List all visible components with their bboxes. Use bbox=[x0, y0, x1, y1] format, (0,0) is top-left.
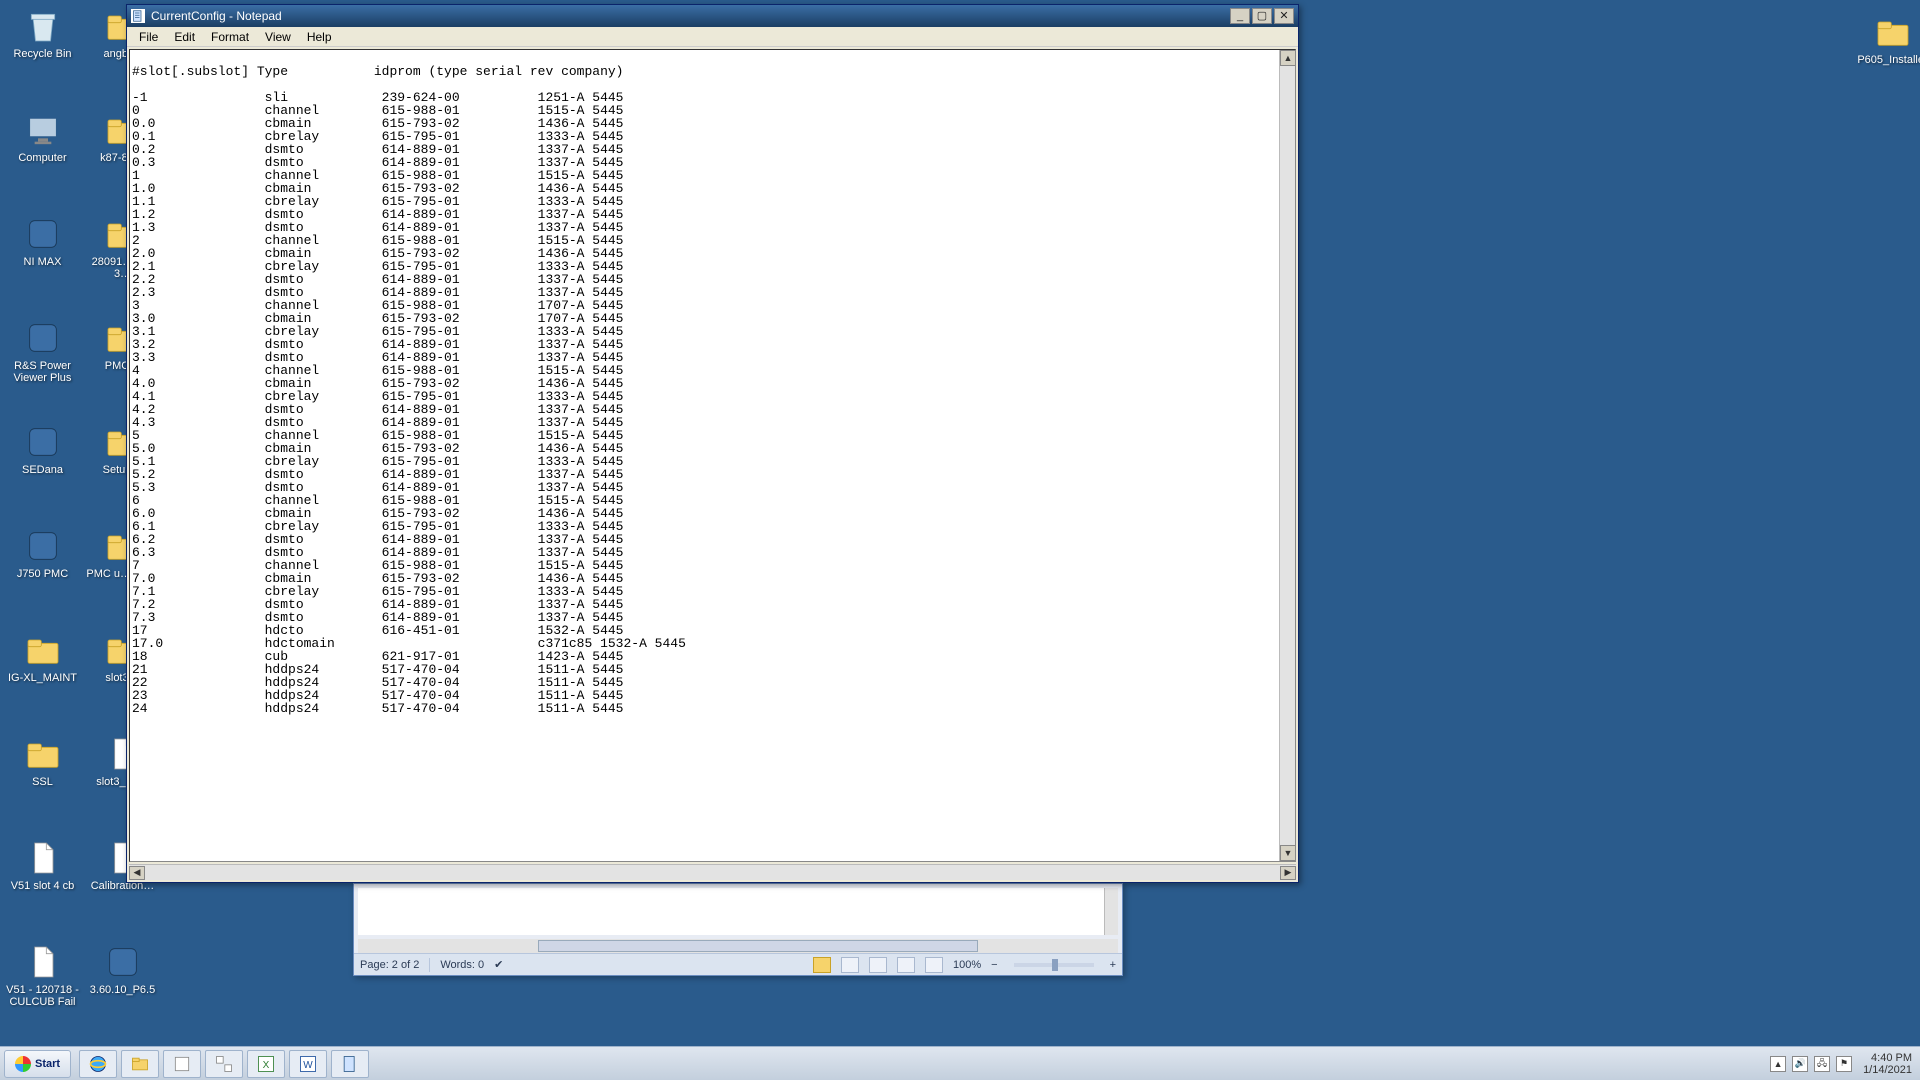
minimize-button[interactable]: _ bbox=[1230, 8, 1250, 24]
app-icon bbox=[23, 214, 63, 254]
taskbar-quick-launch: X W bbox=[77, 1047, 371, 1080]
notepad-app-icon bbox=[131, 9, 145, 23]
notepad-titlebar[interactable]: CurrentConfig - Notepad _ ▢ ✕ bbox=[127, 5, 1298, 27]
desktop-icon-label: SSL bbox=[32, 776, 53, 788]
word-hscroll-thumb[interactable] bbox=[538, 940, 978, 952]
menu-edit[interactable]: Edit bbox=[166, 28, 203, 46]
word-zoom-in-button[interactable]: + bbox=[1110, 959, 1116, 971]
desktop-icon-label: SEDana bbox=[22, 464, 63, 476]
scroll-up-button[interactable]: ▲ bbox=[1280, 50, 1296, 66]
folder-icon bbox=[23, 734, 63, 774]
windows-orb-icon bbox=[15, 1056, 31, 1072]
desktop-icon[interactable]: J750 PMC bbox=[5, 526, 80, 580]
desktop-icon-label: 3.60.10_P6.5 bbox=[90, 984, 155, 996]
tray-time: 4:40 PM bbox=[1863, 1052, 1912, 1064]
word-document-area[interactable] bbox=[358, 888, 1118, 935]
file-icon bbox=[23, 838, 63, 878]
tray-date: 1/14/2021 bbox=[1863, 1064, 1912, 1076]
word-proofing-icon[interactable]: ✔ bbox=[494, 958, 503, 971]
notepad-window[interactable]: CurrentConfig - Notepad _ ▢ ✕ FileEditFo… bbox=[126, 4, 1299, 883]
taskbar-ie-icon[interactable] bbox=[79, 1050, 117, 1078]
app-icon bbox=[23, 422, 63, 462]
menu-help[interactable]: Help bbox=[299, 28, 340, 46]
tray-network-icon[interactable]: 🖧 bbox=[1814, 1056, 1830, 1072]
start-button[interactable]: Start bbox=[4, 1050, 71, 1078]
taskbar-app1-icon[interactable] bbox=[163, 1050, 201, 1078]
word-horizontal-scrollbar[interactable] bbox=[358, 939, 1118, 953]
svg-text:W: W bbox=[303, 1060, 313, 1071]
desktop-icon-label: V51 slot 4 cb bbox=[11, 880, 75, 892]
maximize-button[interactable]: ▢ bbox=[1252, 8, 1272, 24]
desktop-icon[interactable]: Computer bbox=[5, 110, 80, 164]
desktop-icon-label: Recycle Bin bbox=[13, 48, 71, 60]
word-zoom-slider[interactable] bbox=[1014, 963, 1094, 967]
folder-icon bbox=[1873, 12, 1913, 52]
desktop-icon-label: R&S Power Viewer Plus bbox=[5, 360, 80, 384]
desktop-icon-label: J750 PMC bbox=[17, 568, 68, 580]
desktop-icon[interactable]: 3.60.10_P6.5 bbox=[85, 942, 160, 996]
word-status-bar: Page: 2 of 2 Words: 0 ✔ 100% − + bbox=[354, 953, 1122, 975]
desktop-icon[interactable]: V51 - 120718 - CULCUB Fail bbox=[5, 942, 80, 1008]
desktop-icon[interactable]: SEDana bbox=[5, 422, 80, 476]
close-button[interactable]: ✕ bbox=[1274, 8, 1294, 24]
word-view-outline[interactable] bbox=[897, 957, 915, 973]
notepad-menubar: FileEditFormatViewHelp bbox=[127, 27, 1298, 47]
notepad-text-area[interactable]: #slot[.subslot] Type idprom (type serial… bbox=[130, 63, 1279, 848]
desktop-icon[interactable]: R&S Power Viewer Plus bbox=[5, 318, 80, 384]
taskbar-explorer-icon[interactable] bbox=[121, 1050, 159, 1078]
desktop-icon-label: NI MAX bbox=[24, 256, 62, 268]
taskbar-app2-icon[interactable] bbox=[205, 1050, 243, 1078]
desktop-icon-label: Computer bbox=[18, 152, 66, 164]
tray-security-icon[interactable]: ⚑ bbox=[1836, 1056, 1852, 1072]
desktop-icon[interactable]: Recycle Bin bbox=[5, 6, 80, 60]
desktop-icon[interactable]: IG-XL_MAINT bbox=[5, 630, 80, 684]
desktop-icon-label: P605_Installer bbox=[1857, 54, 1920, 66]
word-zoom-knob[interactable] bbox=[1052, 959, 1058, 971]
word-view-print-layout[interactable] bbox=[813, 957, 831, 973]
tray-clock[interactable]: 4:40 PM 1/14/2021 bbox=[1863, 1052, 1912, 1076]
desktop[interactable]: Recycle Bin Computer NI MAX R&S Power Viewe… bbox=[0, 0, 1920, 1080]
word-word-count[interactable]: Words: 0 bbox=[440, 959, 484, 971]
taskbar-word-icon[interactable]: W bbox=[289, 1050, 327, 1078]
notepad-horizontal-scrollbar[interactable]: ◀ ▶ bbox=[129, 864, 1296, 880]
word-view-web-layout[interactable] bbox=[869, 957, 887, 973]
file-icon bbox=[23, 942, 63, 982]
app-icon bbox=[23, 318, 63, 358]
folder-icon bbox=[23, 630, 63, 670]
start-label: Start bbox=[35, 1058, 60, 1070]
desktop-icon[interactable]: V51 slot 4 cb bbox=[5, 838, 80, 892]
word-zoom-value[interactable]: 100% bbox=[953, 959, 981, 971]
menu-file[interactable]: File bbox=[131, 28, 166, 46]
menu-view[interactable]: View bbox=[257, 28, 299, 46]
scroll-right-button[interactable]: ▶ bbox=[1280, 866, 1296, 880]
desktop-icon[interactable]: P605_Installer bbox=[1855, 12, 1920, 66]
word-zoom-out-button[interactable]: − bbox=[991, 959, 997, 971]
word-view-draft[interactable] bbox=[925, 957, 943, 973]
desktop-icon[interactable]: NI MAX bbox=[5, 214, 80, 268]
scroll-down-button[interactable]: ▼ bbox=[1280, 845, 1296, 861]
menu-format[interactable]: Format bbox=[203, 28, 257, 46]
word-page-indicator[interactable]: Page: 2 of 2 bbox=[360, 959, 419, 971]
notepad-vertical-scrollbar[interactable]: ▲ ▼ bbox=[1279, 50, 1295, 861]
system-tray: ▲ 🔊 🖧 ⚑ 4:40 PM 1/14/2021 bbox=[1759, 1047, 1920, 1080]
taskbar: Start X W ▲ 🔊 🖧 ⚑ 4:40 PM 1/14/2021 bbox=[0, 1046, 1920, 1080]
desktop-icon-label: IG-XL_MAINT bbox=[8, 672, 77, 684]
app-icon bbox=[23, 526, 63, 566]
word-window-fragment[interactable]: Page: 2 of 2 Words: 0 ✔ 100% − + bbox=[353, 883, 1123, 976]
desktop-icon[interactable]: SSL bbox=[5, 734, 80, 788]
word-view-full-screen[interactable] bbox=[841, 957, 859, 973]
svg-text:X: X bbox=[263, 1060, 270, 1071]
tray-show-hidden-icon[interactable]: ▲ bbox=[1770, 1056, 1786, 1072]
taskbar-notepad-icon[interactable] bbox=[331, 1050, 369, 1078]
app-icon bbox=[103, 942, 143, 982]
bin-icon bbox=[23, 6, 63, 46]
notepad-title: CurrentConfig - Notepad bbox=[151, 9, 1230, 23]
tray-volume-icon[interactable]: 🔊 bbox=[1792, 1056, 1808, 1072]
desktop-icon-label: V51 - 120718 - CULCUB Fail bbox=[5, 984, 80, 1008]
scroll-left-button[interactable]: ◀ bbox=[129, 866, 145, 880]
comp-icon bbox=[23, 110, 63, 150]
word-vertical-scrollbar[interactable] bbox=[1104, 888, 1118, 935]
taskbar-excel-icon[interactable]: X bbox=[247, 1050, 285, 1078]
